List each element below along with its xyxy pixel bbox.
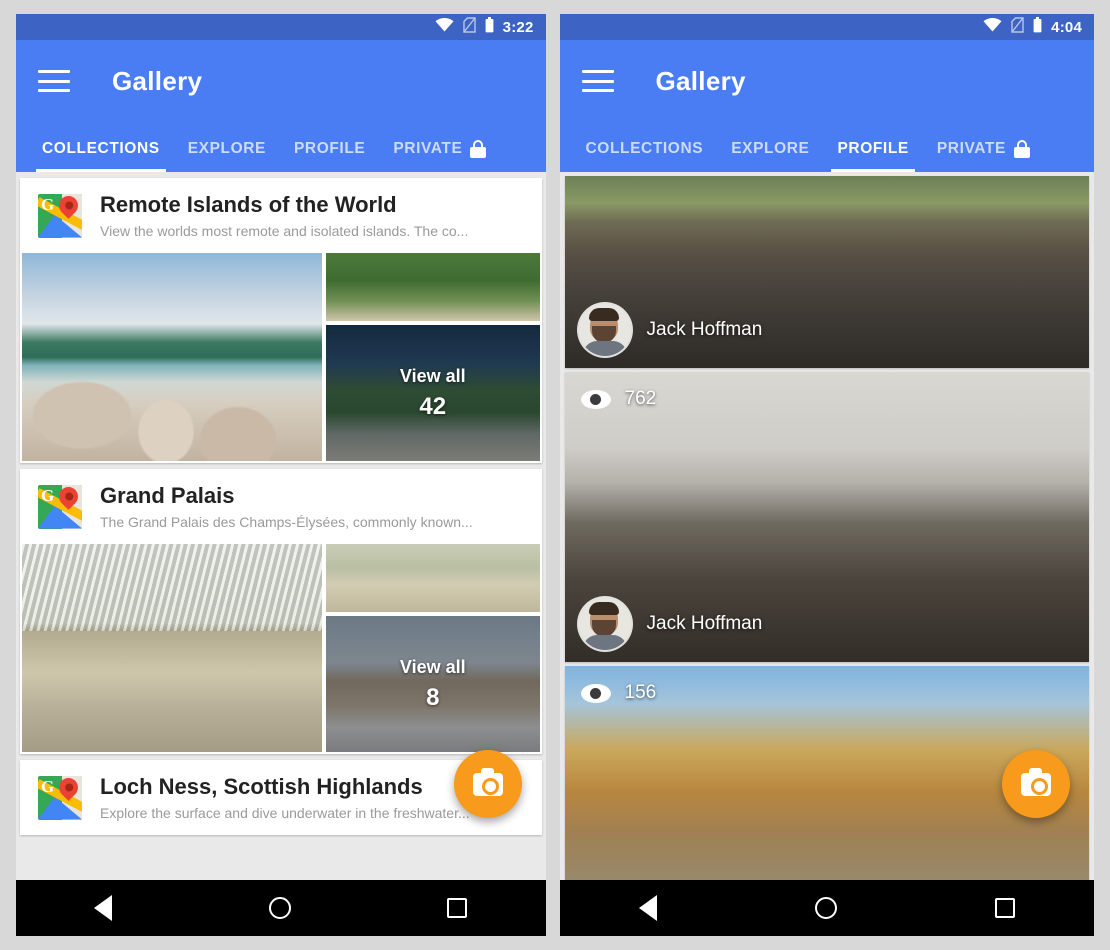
recents-square-icon[interactable] (994, 898, 1015, 918)
app-bar: Gallery COLLECTIONS EXPLORE PROFILE PRIV… (16, 40, 546, 172)
sim-off-icon (1011, 16, 1024, 38)
collection-description: View the worlds most remote and isolated… (100, 223, 469, 239)
thumbnail-large[interactable] (22, 544, 322, 752)
tab-profile[interactable]: PROFILE (280, 140, 379, 172)
tab-bar: COLLECTIONS EXPLORE PROFILE PRIVATE (16, 122, 546, 172)
lock-icon (470, 140, 487, 158)
tab-collections[interactable]: COLLECTIONS (28, 140, 174, 172)
photo-card[interactable]: Jack Hoffman (564, 176, 1089, 368)
tab-label: PROFILE (837, 140, 909, 157)
tab-label: COLLECTIONS (585, 140, 704, 157)
page-title: Gallery (655, 65, 746, 96)
tab-private[interactable]: PRIVATE (923, 140, 1044, 172)
view-count-badge: 156 (580, 682, 657, 704)
status-bar: 4:04 (559, 14, 1094, 40)
collection-thumbnail-grid: View all 8 (20, 544, 542, 754)
hamburger-menu-icon[interactable] (38, 70, 70, 92)
google-maps-icon: G (38, 484, 82, 529)
collections-list[interactable]: G Remote Islands of the World View the w… (16, 172, 546, 880)
collection-card[interactable]: G Remote Islands of the World View the w… (20, 178, 542, 463)
panorama-image[interactable]: Jack Hoffman (564, 176, 1089, 368)
photo-author: Jack Hoffman (578, 304, 763, 356)
sim-off-icon (462, 16, 476, 38)
wifi-icon (983, 17, 1002, 37)
tab-explore[interactable]: EXPLORE (174, 140, 280, 172)
phone-screen-collections: 3:22 Gallery COLLECTIONS EXPLORE PROFILE… (16, 14, 546, 936)
hamburger-menu-icon[interactable] (581, 70, 614, 92)
status-bar-clock: 3:22 (502, 18, 534, 36)
google-maps-icon: G (38, 193, 82, 238)
status-bar-clock: 4:04 (1051, 18, 1082, 36)
tab-private[interactable]: PRIVATE (379, 140, 500, 172)
collection-header[interactable]: G Remote Islands of the World View the w… (20, 178, 542, 253)
view-all-count: 8 (426, 683, 440, 711)
thumbnail-small[interactable] (326, 544, 540, 612)
back-triangle-icon[interactable] (638, 895, 657, 921)
collection-thumbnail-grid: View all 42 (20, 253, 542, 463)
camera-icon (1021, 767, 1051, 796)
camera-icon (472, 767, 503, 796)
tab-collections[interactable]: COLLECTIONS (572, 140, 718, 172)
collection-description: Explore the surface and dive underwater … (100, 805, 470, 821)
tab-label: PROFILE (293, 140, 366, 157)
collection-header[interactable]: G Grand Palais The Grand Palais des Cham… (20, 469, 542, 544)
tab-label: PRIVATE (936, 140, 1006, 157)
collection-title: Grand Palais (100, 483, 235, 508)
home-circle-icon[interactable] (814, 897, 837, 919)
photo-card[interactable]: 762 Jack Hoffman (564, 372, 1089, 662)
profile-photo-feed[interactable]: Jack Hoffman 762 Jack Hoffman 156 (559, 172, 1094, 880)
lock-icon (1013, 140, 1030, 158)
view-all-label: View all (399, 656, 466, 677)
tab-label: EXPLORE (187, 140, 266, 157)
tab-label: COLLECTIONS (42, 140, 160, 157)
avatar (578, 304, 631, 356)
view-all-label: View all (399, 365, 466, 386)
app-bar: Gallery COLLECTIONS EXPLORE PROFILE PRIV… (559, 40, 1095, 172)
home-circle-icon[interactable] (268, 897, 291, 919)
screenshot-pair: 3:22 Gallery COLLECTIONS EXPLORE PROFILE… (0, 0, 1110, 950)
collection-title: Loch Ness, Scottish Highlands (100, 774, 423, 799)
battery-icon (485, 16, 494, 38)
battery-icon (1033, 16, 1042, 38)
page-title: Gallery (112, 65, 203, 96)
view-count-badge: 762 (580, 388, 657, 410)
avatar (578, 598, 631, 650)
phone-screen-profile: 4:04 Gallery COLLECTIONS EXPLORE PROFILE… (559, 14, 1095, 936)
tab-label: PRIVATE (393, 140, 463, 157)
thumbnail-large[interactable] (22, 253, 322, 461)
view-count: 156 (624, 682, 657, 703)
eye-icon (580, 389, 611, 409)
view-all-tile[interactable]: View all 8 (326, 616, 540, 752)
collection-card[interactable]: G Grand Palais The Grand Palais des Cham… (20, 469, 542, 754)
tab-explore[interactable]: EXPLORE (717, 140, 823, 172)
back-triangle-icon[interactable] (94, 895, 113, 921)
tab-profile[interactable]: PROFILE (823, 140, 922, 172)
view-count: 762 (624, 388, 657, 409)
wifi-icon (435, 17, 454, 37)
author-name: Jack Hoffman (646, 613, 763, 634)
eye-icon (580, 683, 611, 703)
thumbnail-small[interactable] (326, 253, 540, 321)
recents-square-icon[interactable] (447, 898, 468, 918)
view-all-count: 42 (419, 392, 447, 420)
camera-fab-button[interactable] (1002, 750, 1070, 818)
author-name: Jack Hoffman (646, 319, 763, 340)
google-maps-icon: G (38, 775, 82, 820)
tab-bar: COLLECTIONS EXPLORE PROFILE PRIVATE (560, 122, 1095, 172)
view-all-tile[interactable]: View all 42 (326, 325, 540, 461)
photo-author: Jack Hoffman (578, 598, 763, 650)
collection-title: Remote Islands of the World (100, 192, 397, 217)
status-bar: 3:22 (16, 14, 546, 40)
android-nav-bar (16, 880, 546, 936)
android-nav-bar (559, 880, 1094, 936)
collection-description: The Grand Palais des Champs-Élysées, com… (100, 514, 473, 530)
tab-label: EXPLORE (731, 140, 810, 157)
camera-fab-button[interactable] (453, 750, 522, 818)
panorama-image[interactable]: 762 Jack Hoffman (564, 372, 1089, 662)
